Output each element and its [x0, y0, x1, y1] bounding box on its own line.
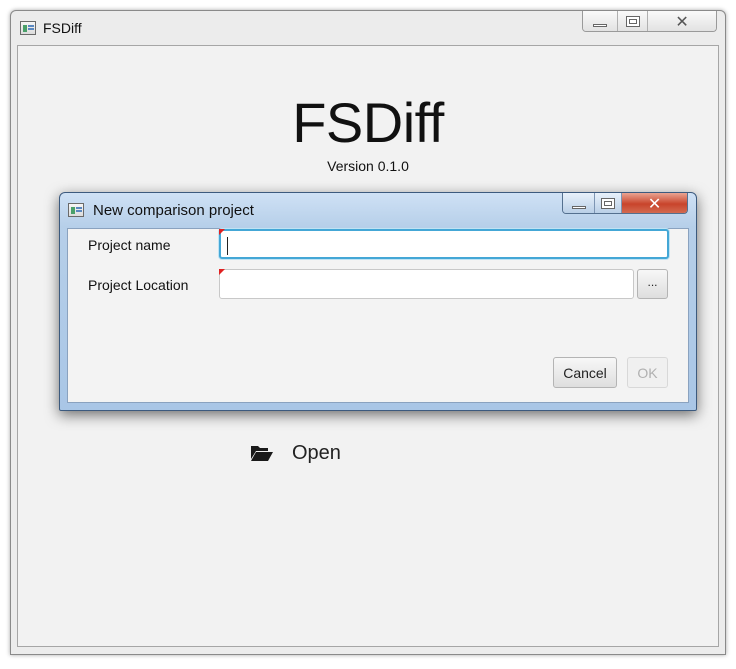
- ok-button[interactable]: OK: [627, 357, 668, 388]
- app-heading: FSDiff: [292, 91, 444, 154]
- main-titlebar[interactable]: FSDiff ✕: [11, 11, 725, 45]
- open-button[interactable]: Open: [250, 438, 341, 468]
- dialog-close-button[interactable]: ✕: [622, 193, 687, 213]
- project-name-required-marker: [219, 229, 225, 235]
- maximize-icon: [601, 197, 616, 209]
- main-minimize-button[interactable]: [583, 11, 619, 31]
- project-name-input[interactable]: [219, 229, 669, 259]
- app-window-icon: [20, 21, 36, 35]
- version-label: Version 0.1.0: [327, 158, 409, 174]
- minimize-icon: [593, 23, 608, 27]
- cancel-button[interactable]: Cancel: [553, 357, 617, 388]
- main-close-button[interactable]: ✕: [648, 11, 716, 31]
- open-label: Open: [292, 441, 341, 464]
- close-icon: ✕: [647, 193, 662, 213]
- project-name-label: Project name: [88, 237, 171, 253]
- browse-button[interactable]: ...: [637, 269, 668, 299]
- new-project-dialog: New comparison project ✕ Project name Pr…: [59, 192, 697, 411]
- text-caret: [227, 237, 228, 255]
- project-location-input[interactable]: [219, 269, 634, 299]
- dialog-maximize-button[interactable]: [595, 193, 623, 213]
- close-icon: ✕: [675, 11, 689, 31]
- project-location-required-marker: [219, 269, 225, 275]
- minimize-icon: [571, 205, 586, 209]
- project-location-label: Project Location: [88, 277, 189, 293]
- dialog-app-icon: [68, 203, 84, 217]
- dialog-client-area: Project name Project Location ... Cancel…: [67, 228, 689, 403]
- dialog-minimize-button[interactable]: [563, 193, 596, 213]
- folder-open-icon: [251, 446, 273, 461]
- dialog-title: New comparison project: [93, 202, 254, 219]
- maximize-icon: [625, 15, 640, 27]
- main-maximize-button[interactable]: [618, 11, 649, 31]
- main-window-title: FSDiff: [43, 20, 82, 36]
- dialog-caption-buttons: ✕: [562, 193, 688, 214]
- main-caption-buttons: ✕: [582, 11, 717, 32]
